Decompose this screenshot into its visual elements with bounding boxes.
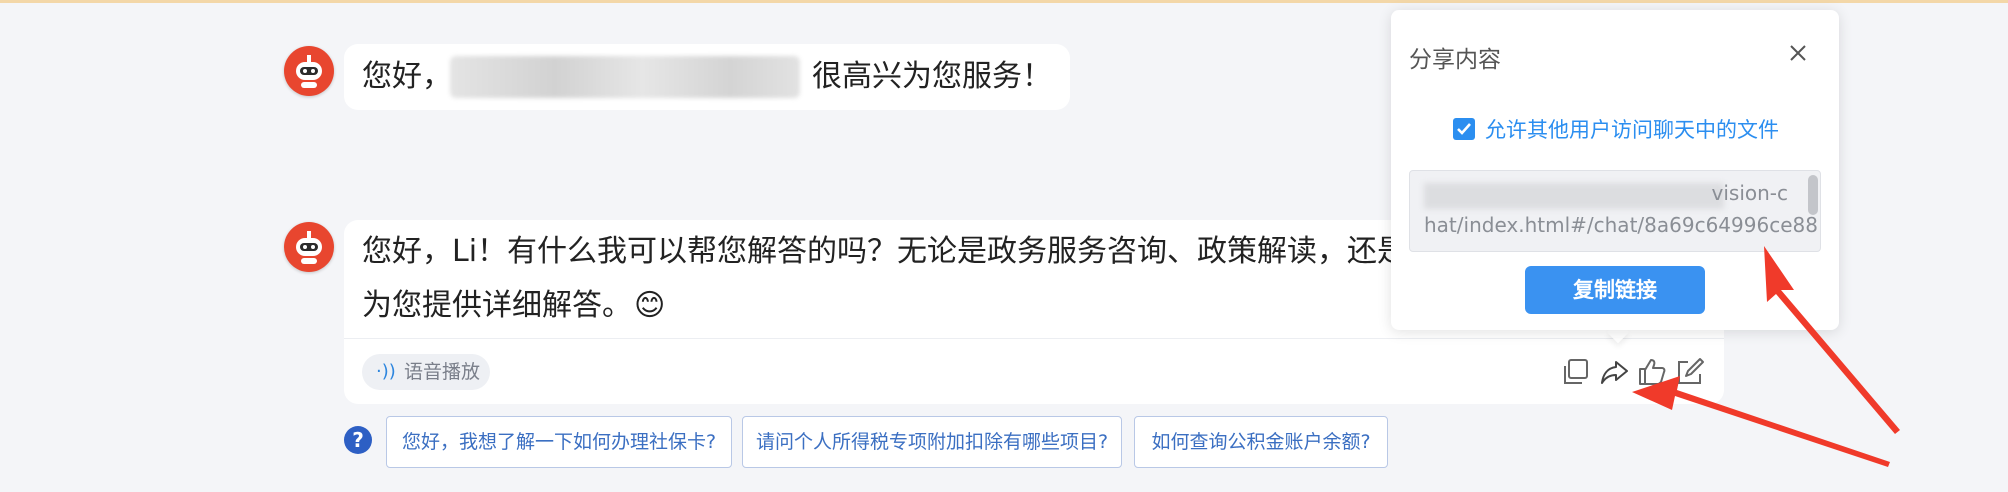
allow-files-label[interactable]: 允许其他用户访问聊天中的文件 [1485, 114, 1779, 144]
share-link-line-1: vision-c [1711, 181, 1789, 205]
close-icon[interactable] [1785, 40, 1811, 66]
greeting-prefix: 您好， [362, 59, 452, 94]
edit-icon[interactable] [1674, 356, 1706, 388]
share-popup: 分享内容 允许其他用户访问聊天中的文件 vision-c hat/index.h… [1391, 10, 1839, 330]
copy-link-button[interactable]: 复制链接 [1525, 266, 1705, 314]
help-icon: ? [344, 426, 372, 454]
greeting-suffix: 很高兴为您服务！ [812, 59, 1052, 94]
assistant-avatar [284, 46, 334, 96]
scrollbar[interactable] [1808, 175, 1818, 215]
answer-line-2: 为您提供详细解答。 [362, 288, 632, 323]
divider [344, 338, 1724, 339]
check-icon [1457, 123, 1471, 135]
share-icon[interactable] [1598, 356, 1630, 388]
suggestion-chip[interactable]: 请问个人所得税专项附加扣除有哪些项目? [742, 416, 1122, 468]
top-border [0, 0, 2008, 3]
share-link-field[interactable]: vision-c hat/index.html#/chat/8a69c64996… [1409, 170, 1821, 252]
greeting-bubble: 您好， 很高兴为您服务！ [344, 44, 1070, 110]
allow-files-checkbox[interactable] [1453, 118, 1475, 140]
suggestion-chip[interactable]: 您好，我想了解一下如何办理社保卡? [386, 416, 732, 468]
answer-line-1: 您好，Li！有什么我可以帮您解答的吗？无论是政务服务咨询、政策解读，还是 [362, 234, 1408, 269]
assistant-avatar [284, 222, 334, 272]
share-link-line-2: hat/index.html#/chat/8a69c64996ce881 [1424, 213, 1821, 237]
robot-icon [285, 223, 333, 271]
thumbs-up-icon[interactable] [1636, 356, 1668, 388]
voice-play-label: 语音播放 [404, 361, 481, 383]
copy-icon[interactable] [1560, 356, 1592, 388]
suggestion-chip[interactable]: 如何查询公积金账户余额? [1134, 416, 1388, 468]
voice-play-button[interactable]: ·)) 语音播放 [362, 354, 490, 390]
redacted-url-prefix [1424, 183, 1724, 209]
sound-wave-icon: ·)) [376, 361, 396, 382]
popup-title: 分享内容 [1409, 47, 1501, 73]
redacted-username [450, 56, 800, 98]
smile-emoji: 😊 [634, 288, 666, 323]
robot-icon [285, 47, 333, 95]
